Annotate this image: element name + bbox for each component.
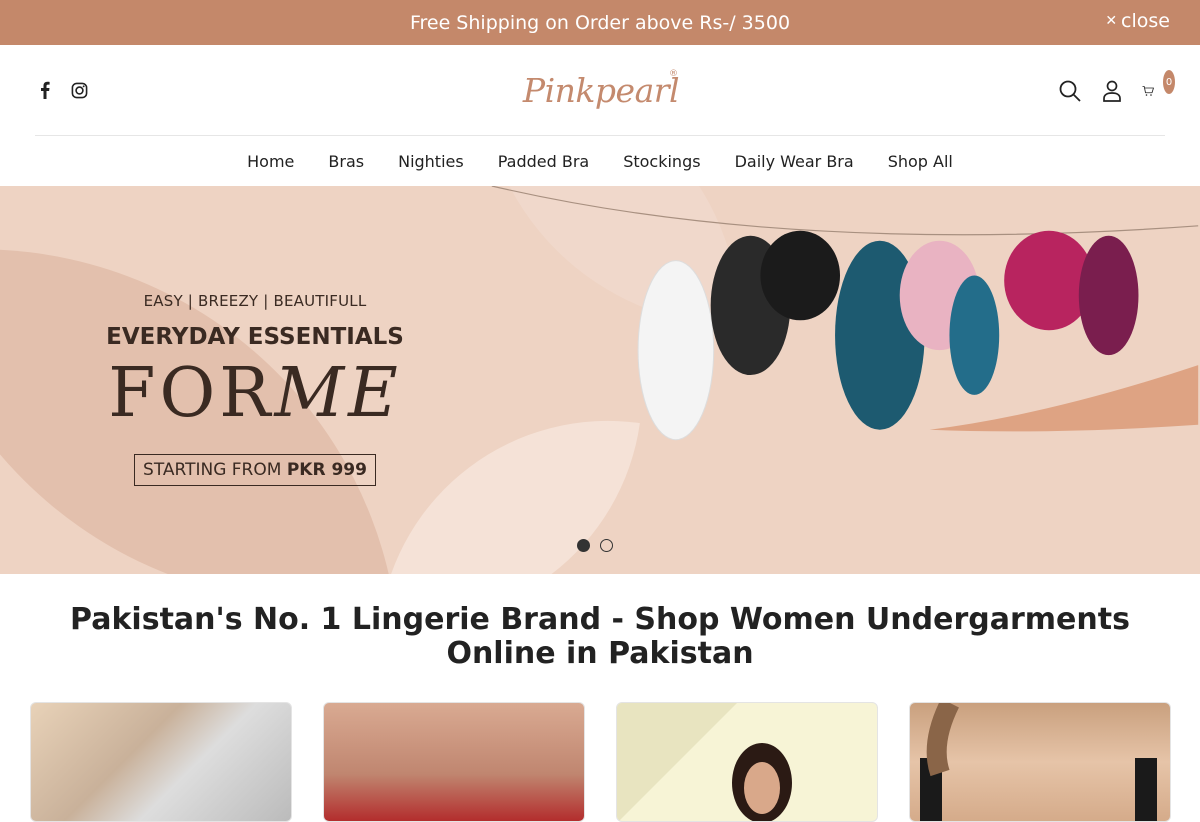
hero-tagline: EASY | BREEZY | BEAUTIFULL — [143, 292, 367, 310]
nav-item-daily-wear-bra[interactable]: Daily Wear Bra — [718, 152, 871, 171]
instagram-icon[interactable] — [70, 81, 88, 99]
nav-item-padded-bra[interactable]: Padded Bra — [481, 152, 607, 171]
category-card[interactable] — [30, 702, 292, 822]
nav-item-bras[interactable]: Bras — [311, 152, 381, 171]
hero-price-prefix: STARTING FROM — [143, 460, 287, 480]
account-icon[interactable] — [1100, 79, 1124, 103]
section-title: Pakistan's No. 1 Lingerie Brand - Shop W… — [70, 602, 1130, 671]
slider-dot-1[interactable] — [577, 539, 590, 552]
site-logo[interactable]: Pinkpearl ® — [522, 67, 680, 113]
announcement-text: Free Shipping on Order above Rs-/ 3500 — [409, 11, 791, 34]
facebook-icon[interactable] — [36, 81, 54, 99]
hero-forme-for: FOR — [108, 354, 275, 433]
hero-banner[interactable]: EASY | BREEZY | BEAUTIFULL EVERYDAY ESSE… — [0, 186, 1200, 574]
close-icon: ✕ — [1105, 13, 1118, 29]
close-label: close — [1121, 10, 1170, 32]
category-card[interactable] — [616, 702, 878, 822]
main-nav: Home Bras Nighties Padded Bra Stockings … — [0, 136, 1200, 186]
category-card[interactable] — [909, 702, 1171, 822]
slider-dot-2[interactable] — [600, 539, 613, 552]
category-card-image — [920, 703, 1157, 821]
search-icon[interactable] — [1058, 79, 1082, 103]
announcement-bar: Free Shipping on Order above Rs-/ 3500 ✕… — [0, 0, 1200, 45]
cart-icon[interactable]: 0 — [1142, 70, 1175, 103]
hero-price: PKR 999 — [286, 460, 367, 480]
hero-price-box: STARTING FROM PKR 999 — [134, 454, 376, 486]
close-announcement-button[interactable]: ✕ close — [1105, 10, 1170, 32]
nav-item-nighties[interactable]: Nighties — [381, 152, 481, 171]
site-header: Pinkpearl ® 0 — [0, 45, 1200, 136]
hero-product-image — [491, 186, 1199, 441]
logo-registered-mark: ® — [669, 69, 678, 79]
hero-forme-me: ME — [274, 354, 402, 433]
slider-dots — [577, 539, 613, 552]
hero-forme: FORME — [90, 360, 420, 428]
hero-text-block: EASY | BREEZY | BEAUTIFULL EVERYDAY ESSE… — [90, 292, 420, 486]
logo-text: Pinkpearl — [522, 70, 680, 110]
hero-headline: EVERYDAY ESSENTIALS — [106, 324, 404, 350]
category-grid — [30, 702, 1171, 822]
nav-item-shop-all[interactable]: Shop All — [871, 152, 970, 171]
category-card[interactable] — [323, 702, 585, 822]
category-card-image — [617, 703, 792, 821]
social-links — [36, 81, 88, 99]
nav-item-home[interactable]: Home — [230, 152, 311, 171]
header-actions: 0 — [1058, 70, 1175, 103]
cart-count-badge: 0 — [1163, 70, 1175, 94]
nav-item-stockings[interactable]: Stockings — [606, 152, 717, 171]
